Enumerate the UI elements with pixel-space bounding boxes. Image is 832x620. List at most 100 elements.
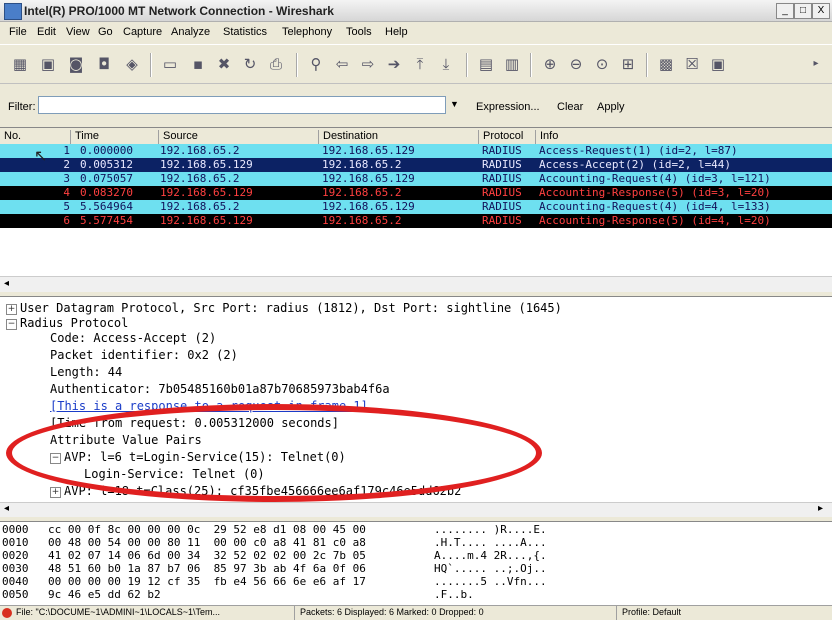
menu-statistics[interactable]: Statistics	[223, 26, 267, 38]
scroll-right-icon[interactable]: ▸	[818, 503, 823, 514]
toolbar-overflow-icon[interactable]: ▸	[806, 54, 826, 74]
start-capture-icon[interactable]: ◙	[66, 54, 86, 74]
menu-view[interactable]: View	[66, 26, 90, 38]
packet-row[interactable]: 6 5.577454 192.168.65.129 192.168.65.2 RADIU…	[0, 214, 832, 228]
zoom-normal-icon[interactable]: ⊙	[592, 54, 612, 74]
packet-cell-proto: RADIUS	[482, 214, 522, 227]
save-file-icon[interactable]: ▪	[188, 54, 208, 74]
field-length[interactable]: Length: 44	[50, 365, 122, 380]
go-forward-icon[interactable]: ⇨	[358, 54, 378, 74]
column-time[interactable]: Time	[70, 130, 99, 144]
menu-go[interactable]: Go	[98, 26, 113, 38]
packet-cell-dst: 192.168.65.2	[322, 214, 402, 227]
hex-bytes: 9c 46 e5 dd 62 b2	[48, 588, 161, 601]
expert-info-icon[interactable]	[2, 608, 12, 618]
first-packet-icon[interactable]: ⤒	[410, 54, 430, 74]
open-file-icon[interactable]: ▭	[160, 54, 180, 74]
minimize-button[interactable]: _	[776, 3, 794, 19]
column-info[interactable]: Info	[535, 130, 558, 144]
restart-capture-icon[interactable]: ◈	[122, 54, 142, 74]
status-separator	[294, 606, 295, 620]
interfaces-icon[interactable]: ▦	[10, 54, 30, 74]
packet-list-scrollbar[interactable]: ◂	[0, 276, 832, 292]
scroll-left-icon[interactable]: ◂	[4, 278, 9, 289]
packet-row[interactable]: 5 5.564964 192.168.65.2 192.168.65.129 RADIU…	[0, 200, 832, 214]
packet-cell-info: Access-Accept(2) (id=2, l=44)	[539, 158, 732, 171]
status-separator	[616, 606, 617, 620]
packet-cell-src: 192.168.65.129	[160, 214, 253, 227]
hex-ascii: A....m.4 2R...,{.	[434, 549, 547, 562]
packet-row[interactable]: 2 0.005312 192.168.65.129 192.168.65.2 RADIU…	[0, 158, 832, 172]
menu-analyze[interactable]: Analyze	[171, 26, 210, 38]
window-title: Intel(R) PRO/1000 MT Network Connection …	[24, 4, 334, 18]
packet-cell-dst: 192.168.65.129	[322, 144, 415, 157]
packet-cell-info: Accounting-Response(5) (id=4, l=20)	[539, 214, 771, 227]
packet-row[interactable]: 1 0.000000 192.168.65.2 192.168.65.129 RADIU…	[0, 144, 832, 158]
zoom-out-icon[interactable]: ⊖	[566, 54, 586, 74]
column-no[interactable]: No.	[0, 130, 21, 144]
packet-cell-src: 192.168.65.129	[160, 186, 253, 199]
menu-edit[interactable]: Edit	[37, 26, 56, 38]
packet-list: No. Time Source Destination Protocol Inf…	[0, 127, 832, 292]
go-back-icon[interactable]: ⇦	[332, 54, 352, 74]
toolbar-separator	[530, 53, 532, 77]
packet-cell-dst: 192.168.65.129	[322, 200, 415, 213]
details-scrollbar[interactable]: ◂ ▸	[0, 502, 832, 517]
stop-capture-icon[interactable]: ◘	[94, 54, 114, 74]
packet-row[interactable]: 4 0.083270 192.168.65.129 192.168.65.2 RADIU…	[0, 186, 832, 200]
colorize-icon[interactable]: ▤	[476, 54, 496, 74]
scroll-left-icon[interactable]: ◂	[4, 503, 9, 514]
packet-cell-dst: 192.168.65.129	[322, 172, 415, 185]
apply-button[interactable]: Apply	[597, 101, 625, 113]
capture-filters-icon[interactable]: ▩	[656, 54, 676, 74]
packet-cell-dst: 192.168.65.2	[322, 186, 402, 199]
column-source[interactable]: Source	[158, 130, 198, 144]
resize-columns-icon[interactable]: ⊞	[618, 54, 638, 74]
restore-button[interactable]: □	[794, 3, 812, 19]
display-filters-icon[interactable]: ☒	[682, 54, 702, 74]
reload-icon[interactable]: ↻	[240, 54, 260, 74]
packet-cell-no: 3	[63, 172, 70, 185]
auto-scroll-icon[interactable]: ▥	[502, 54, 522, 74]
close-file-icon[interactable]: ✖	[214, 54, 234, 74]
menu-help[interactable]: Help	[385, 26, 408, 38]
menu-telephony[interactable]: Telephony	[282, 26, 332, 38]
expand-icon[interactable]: +	[6, 304, 17, 315]
hex-bytes: 41 02 07 14 06 6d 00 34 32 52 02 02 00 2…	[48, 549, 366, 562]
field-authenticator[interactable]: Authenticator: 7b05485160b01a87b70685973…	[50, 382, 390, 397]
go-to-packet-icon[interactable]: ➔	[384, 54, 404, 74]
packet-cell-info: Access-Request(1) (id=2, l=87)	[539, 144, 738, 157]
last-packet-icon[interactable]: ⤓	[436, 54, 456, 74]
column-protocol[interactable]: Protocol	[478, 130, 523, 144]
coloring-rules-icon[interactable]: ▣	[708, 54, 728, 74]
field-packet-identifier[interactable]: Packet identifier: 0x2 (2)	[50, 348, 238, 363]
tree-item-radius[interactable]: − Radius Protocol	[6, 316, 128, 331]
find-packet-icon[interactable]: ⚲	[306, 54, 326, 74]
menu-capture[interactable]: Capture	[123, 26, 162, 38]
packet-cell-no: 4	[63, 186, 70, 199]
menu-tools[interactable]: Tools	[346, 26, 372, 38]
packet-cell-src: 192.168.65.2	[160, 200, 240, 213]
filter-dropdown-arrow-icon[interactable]: ▼	[450, 99, 459, 109]
capture-options-icon[interactable]: ▣	[38, 54, 58, 74]
hex-bytes: 00 48 00 54 00 00 80 11 00 00 c0 a8 41 8…	[48, 536, 366, 549]
column-destination[interactable]: Destination	[318, 130, 378, 144]
status-profile[interactable]: Profile: Default	[622, 607, 681, 617]
filter-input[interactable]	[38, 96, 446, 114]
filter-label: Filter:	[8, 101, 36, 113]
packet-cell-no: 2	[63, 158, 70, 171]
menu-file[interactable]: File	[9, 26, 27, 38]
expand-icon[interactable]: +	[50, 487, 61, 498]
packet-cell-proto: RADIUS	[482, 172, 522, 185]
collapse-icon[interactable]: −	[6, 319, 17, 330]
zoom-in-icon[interactable]: ⊕	[540, 54, 560, 74]
packet-row[interactable]: 3 0.075057 192.168.65.2 192.168.65.129 RADIU…	[0, 172, 832, 186]
field-code[interactable]: Code: Access-Accept (2)	[50, 331, 216, 346]
hex-ascii: HQ`..... ..;.Oj..	[434, 562, 547, 575]
expression-button[interactable]: Expression...	[476, 101, 540, 113]
print-icon[interactable]: ⎙	[266, 54, 286, 74]
packet-cell-info: Accounting-Response(5) (id=3, l=20)	[539, 186, 771, 199]
clear-button[interactable]: Clear	[557, 101, 583, 113]
tree-item-udp[interactable]: + User Datagram Protocol, Src Port: radiu…	[6, 301, 562, 316]
close-button[interactable]: X	[812, 3, 830, 19]
